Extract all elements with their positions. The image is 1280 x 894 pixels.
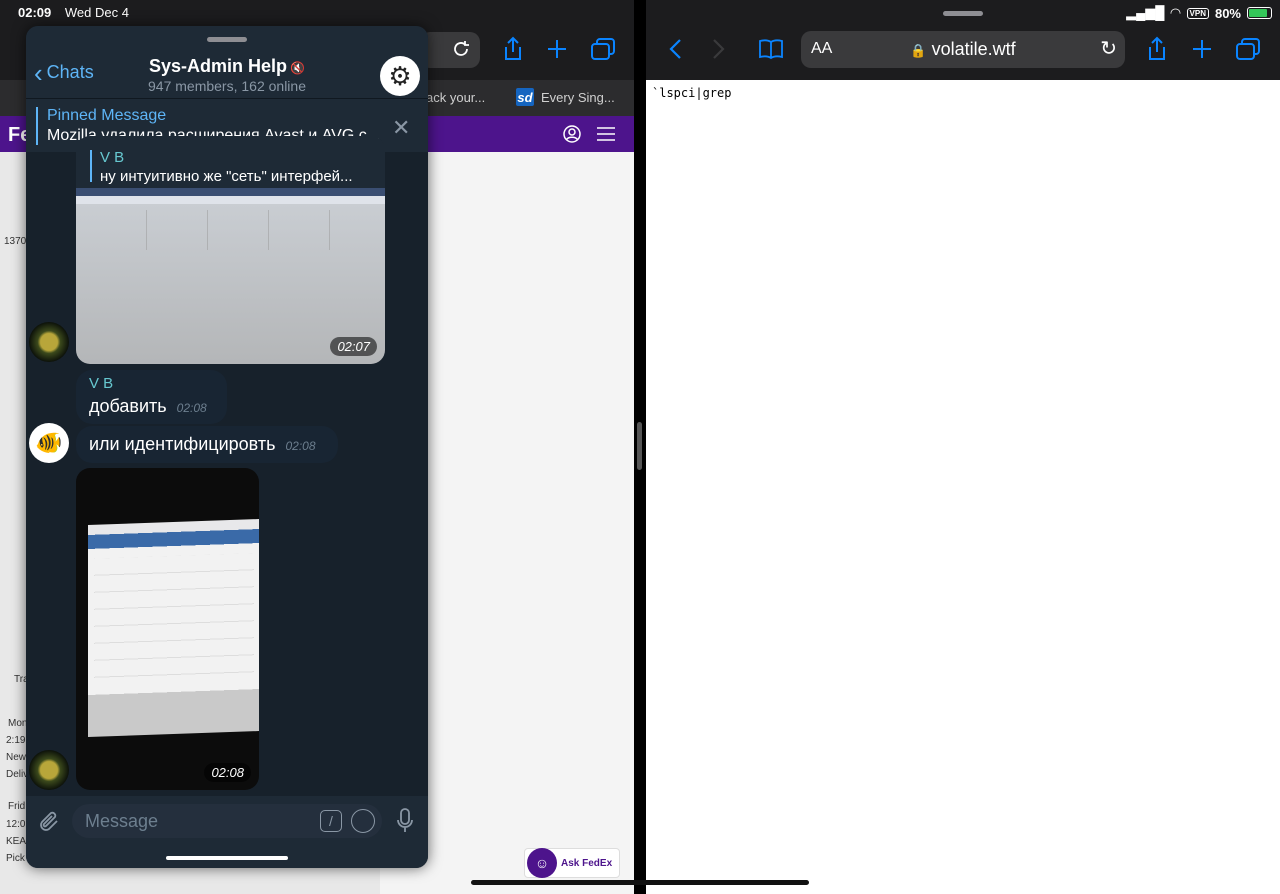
reply-indicator — [90, 150, 92, 182]
microphone-icon[interactable] — [392, 806, 418, 836]
status-bar-left: 02:09 Wed Dec 4 — [18, 5, 129, 20]
vpn-badge: VPN — [1186, 7, 1209, 19]
media-message[interactable]: 02:08 — [76, 468, 259, 790]
split-view-handle[interactable] — [637, 422, 642, 470]
sd-logo-icon: sd — [516, 88, 534, 106]
window-grabber[interactable] — [943, 11, 983, 16]
slide-over-grabber[interactable] — [207, 37, 247, 42]
pinned-title: Pinned Message — [47, 107, 167, 124]
battery-percent: 80% — [1214, 5, 1241, 21]
muted-icon: 🔇 — [290, 61, 305, 75]
chat-title-text: Sys-Admin Help — [149, 56, 288, 76]
tabs-overview-icon[interactable] — [1233, 34, 1263, 64]
close-icon[interactable]: ✕ — [392, 115, 410, 141]
ask-fedex-button[interactable]: ☺ Ask FedEx — [524, 848, 620, 878]
reload-icon[interactable] — [446, 34, 476, 64]
right-safari-window: ▂▄▆█ ◠ VPN 80% AA 🔒 volatile.wtf ↻ `lspci… — [646, 0, 1280, 894]
text-message[interactable]: или идентифицировть 02:08 — [76, 426, 338, 463]
message-time: 02:07 — [330, 337, 377, 356]
message-text: или идентифицировть — [89, 434, 276, 454]
slide-over-home-indicator[interactable] — [166, 856, 288, 860]
url-display: 🔒 volatile.wtf — [801, 39, 1125, 60]
tab-every-sing[interactable]: Every Sing... — [541, 90, 615, 105]
text-message[interactable]: V B добавить 02:08 — [76, 370, 227, 424]
battery-icon — [1247, 7, 1272, 19]
reply-author: V B — [100, 149, 125, 166]
status-bar-right: ▂▄▆█ ◠ VPN 80% — [1126, 5, 1272, 21]
message-author: V B — [89, 375, 114, 392]
new-tab-icon[interactable] — [1187, 34, 1217, 64]
page-text: `lspci|grep — [652, 86, 732, 100]
menu-icon[interactable] — [596, 126, 616, 147]
user-avatar[interactable]: 🐠 — [29, 423, 69, 463]
page-fragment: 12:0 — [6, 819, 26, 830]
page-fragment: Mon — [8, 718, 28, 729]
message-time: 02:08 — [285, 439, 316, 453]
status-date: Wed Dec 4 — [64, 5, 129, 20]
message-time: 02:08 — [176, 401, 207, 415]
forward-icon[interactable] — [704, 34, 734, 64]
ask-fedex-label: Ask FedEx — [561, 857, 613, 869]
new-tab-icon[interactable] — [542, 34, 572, 64]
group-avatar[interactable]: ⚙ — [380, 56, 420, 96]
page-fragment: KEA — [6, 836, 27, 847]
chat-bot-icon: ☺ — [527, 848, 557, 878]
telegram-slide-over: ‹ Chats Sys-Admin Help 🔇 947 members, 162… — [26, 26, 428, 868]
home-indicator[interactable] — [471, 880, 809, 885]
page-fragment: New — [6, 752, 27, 763]
page-fragment: Deliv — [6, 769, 29, 780]
url-text: volatile.wtf — [931, 39, 1016, 59]
bookmarks-icon[interactable] — [756, 34, 786, 64]
user-avatar[interactable] — [29, 750, 69, 790]
media-message[interactable]: V B ну интуитивно же "сеть" интерфей... … — [76, 136, 385, 364]
sticker-icon[interactable] — [351, 809, 375, 833]
tab-track-your[interactable]: ack your... — [426, 90, 485, 105]
status-time: 02:09 — [18, 5, 52, 20]
lock-icon: 🔒 — [910, 43, 927, 58]
gear-icon: ⚙ — [388, 60, 412, 91]
wifi-icon: ◠ — [1170, 5, 1181, 20]
account-icon[interactable] — [562, 124, 582, 149]
bot-command-icon[interactable]: / — [320, 810, 342, 832]
chat-subtitle: 947 members, 162 online — [148, 78, 306, 94]
address-bar[interactable]: AA 🔒 volatile.wtf ↻ — [801, 31, 1125, 68]
message-time: 02:08 — [204, 763, 251, 782]
pinned-indicator — [36, 107, 38, 145]
share-icon[interactable] — [1142, 34, 1172, 64]
message-text: добавить — [89, 396, 167, 416]
page-fragment: 2:19 — [6, 735, 26, 746]
chat-title[interactable]: Sys-Admin Help 🔇 — [26, 56, 428, 77]
page-fragment: Pick — [6, 853, 25, 864]
page-fragment: Frid — [8, 801, 26, 812]
reply-text: ну интуитивно же "сеть" интерфей... — [100, 168, 353, 185]
user-avatar[interactable] — [29, 322, 69, 362]
photo-thumbnail — [88, 518, 259, 738]
page-fragment: 1370 — [4, 236, 27, 247]
reload-icon[interactable]: ↻ — [1100, 36, 1117, 61]
back-icon[interactable] — [660, 34, 690, 64]
paperclip-icon[interactable] — [36, 808, 64, 836]
tabs-overview-icon[interactable] — [588, 34, 618, 64]
share-icon[interactable] — [498, 34, 528, 64]
signal-icon: ▂▄▆█ — [1126, 5, 1165, 20]
